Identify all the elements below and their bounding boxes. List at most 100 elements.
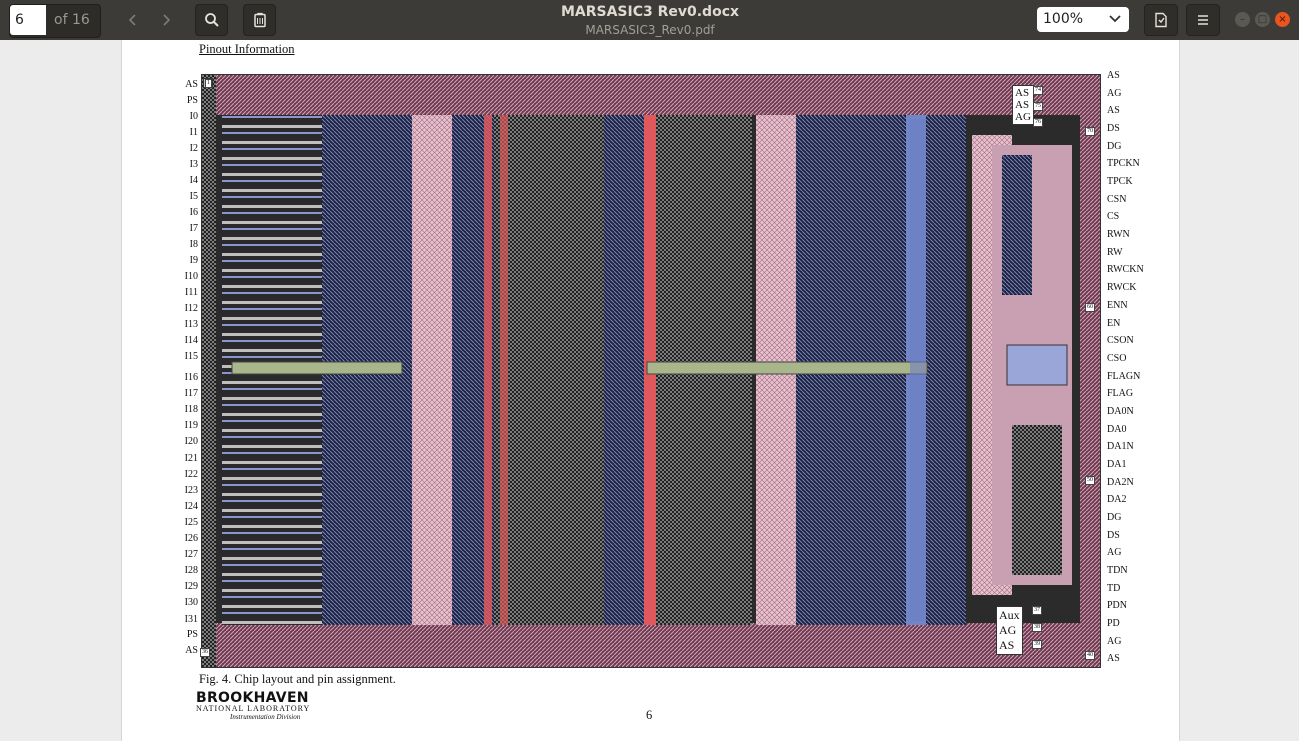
chevron-down-icon	[1109, 15, 1121, 23]
page-total-label: of 16	[54, 12, 90, 28]
right-pin-label: CSON	[1107, 335, 1134, 347]
left-pin-label: I21	[184, 452, 198, 464]
left-pin-label: I0	[189, 111, 198, 122]
top-inset-labels: AS AS AG	[1012, 85, 1034, 125]
left-pin-label: I26	[184, 533, 198, 544]
next-page-button[interactable]	[149, 4, 182, 36]
window-title: MARSASIC3 Rev0.docx	[560, 4, 740, 20]
left-pin-label: I3	[189, 159, 198, 170]
chevron-right-icon	[162, 14, 170, 26]
left-pin-label: I29	[184, 581, 198, 593]
left-pin-label: I30	[184, 597, 198, 609]
brookhaven-logo: BROOKHAVEN NATIONAL LABORATORY Instrumen…	[196, 690, 336, 721]
left-pin-label: I28	[184, 565, 198, 577]
left-pin-label: I25	[184, 516, 198, 528]
left-pin-label: I6	[189, 207, 198, 218]
left-pin-label: I7	[189, 223, 198, 234]
right-pin-label: RWN	[1107, 229, 1130, 241]
right-pin-label: DA1	[1107, 458, 1127, 470]
search-icon	[204, 13, 219, 27]
hamburger-icon	[1198, 15, 1208, 25]
left-pin-label: I27	[184, 549, 198, 561]
right-pin-label: CS	[1107, 211, 1120, 223]
previous-page-button[interactable]	[116, 4, 149, 36]
left-pin-label: I16	[184, 372, 198, 383]
left-pin-label: I23	[184, 484, 198, 496]
right-pin-label: FLAGN	[1107, 370, 1141, 382]
right-pin-label: AG	[1107, 87, 1122, 99]
right-pin-label: TPCK	[1107, 176, 1133, 188]
left-pin-label: I14	[184, 335, 198, 346]
right-pin-label: DA0N	[1107, 405, 1134, 417]
page-number-input[interactable]: 6	[10, 5, 46, 35]
left-pin-label: I5	[189, 191, 198, 202]
page-number: 6	[646, 708, 653, 722]
clipboard-icon	[253, 12, 266, 28]
window-title-area: MARSASIC3 Rev0.docx MARSASIC3_Rev0.pdf	[450, 3, 850, 38]
close-button[interactable]: ×	[1275, 12, 1290, 27]
maximize-button[interactable]: □	[1255, 12, 1270, 27]
header-bar: 6 of 16 MARSASIC3 Rev0.docx MARSASIC3_Re…	[0, 0, 1299, 40]
left-pin-label: I9	[189, 255, 198, 266]
menu-button[interactable]	[1186, 4, 1220, 36]
pad-number-right-last: 40	[1085, 651, 1095, 660]
top-inset-label: AG	[1015, 111, 1031, 123]
pad-number-right-mid2: 50	[1085, 476, 1095, 485]
right-pin-label: TD	[1107, 582, 1121, 594]
left-pin-label: I18	[184, 404, 198, 416]
right-pin-label: DG	[1107, 512, 1122, 523]
bottom-inset-number: 39	[1032, 640, 1042, 649]
bottom-inset-label: AS	[999, 638, 1015, 652]
bottom-inset-label: AG	[999, 623, 1017, 637]
document-icon	[1155, 12, 1167, 28]
window-subtitle: MARSASIC3_Rev0.pdf	[585, 23, 715, 37]
search-button[interactable]	[195, 4, 228, 36]
section-heading: Pinout Information	[199, 42, 295, 56]
left-pin-label: I17	[184, 388, 198, 400]
zoom-value: 100%	[1043, 11, 1084, 27]
left-pin-label: I15	[184, 351, 198, 362]
right-pin-label: ENN	[1107, 299, 1128, 311]
right-pin-label: AS	[1107, 105, 1120, 117]
left-pin-label: I22	[184, 468, 198, 480]
figure-caption: Fig. 4. Chip layout and pin assignment.	[199, 672, 396, 686]
right-pin-label: TDN	[1107, 565, 1128, 577]
top-inset-label: AS	[1015, 99, 1030, 111]
right-pin-label: AG	[1107, 547, 1122, 559]
right-pin-label: DA2	[1107, 494, 1127, 506]
left-pin-label: I20	[184, 436, 198, 448]
minimize-button[interactable]: –	[1235, 12, 1250, 27]
left-pin-label: I4	[189, 175, 198, 186]
pad-number-last-left: 36	[200, 648, 210, 657]
bottom-inset-labels: Aux AG AS	[996, 606, 1023, 655]
minimize-icon: –	[1240, 13, 1245, 25]
logo-division: Instrumentation Division	[230, 713, 301, 721]
right-pin-label: RWCKN	[1107, 264, 1144, 276]
export-button[interactable]	[1144, 4, 1178, 36]
bottom-inset-label: Aux	[999, 608, 1020, 622]
zoom-select[interactable]: 100%	[1037, 7, 1129, 32]
document-page: Pinout Information AS PS I0 I1 I2 I3 I4 I5 I6 I7 I…	[121, 40, 1180, 741]
left-pin-label: I12	[184, 303, 198, 314]
right-pin-label: DA2N	[1107, 476, 1134, 488]
chip-layout-drawing	[202, 75, 1100, 667]
right-pin-label: PDN	[1107, 600, 1128, 612]
top-inset-number: 76	[1033, 118, 1043, 127]
top-inset-number: 75	[1033, 102, 1043, 111]
top-inset-number: 74	[1033, 86, 1043, 95]
left-pin-label: I24	[184, 500, 198, 512]
right-pin-label: EN	[1107, 317, 1121, 329]
right-pin-label: DS	[1107, 529, 1120, 541]
left-pin-label: PS	[186, 629, 198, 640]
right-pin-label: RW	[1107, 246, 1123, 258]
page-selector[interactable]: 6 of 16	[9, 4, 101, 38]
left-pin-label: I8	[189, 239, 198, 250]
right-pin-label: AS	[1107, 70, 1120, 81]
left-pin-label: I11	[185, 287, 198, 298]
document-viewport[interactable]: Pinout Information AS PS I0 I1 I2 I3 I4 I5 I6 I7 I…	[0, 40, 1299, 741]
left-pin-label: I13	[184, 319, 198, 330]
right-pin-label: DG	[1107, 140, 1122, 152]
left-pin-label: I10	[184, 271, 198, 282]
annotations-button[interactable]	[243, 4, 276, 36]
left-pin-label: PS	[186, 95, 198, 106]
